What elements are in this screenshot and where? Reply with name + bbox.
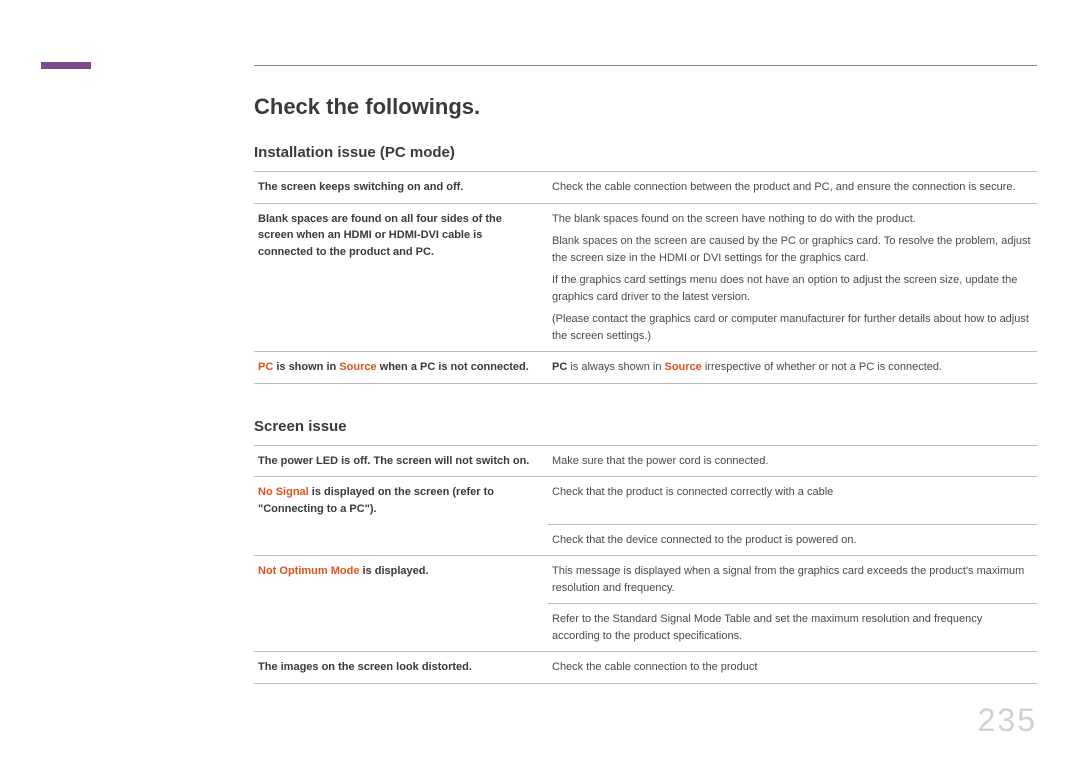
solution-cell: The blank spaces found on the screen hav… [548,203,1037,352]
section1-title: Installation issue (PC mode) [254,144,1037,161]
table-row: The screen keeps switching on and off.Ch… [254,172,1037,204]
table-row: Refer to the Standard Signal Mode Table … [254,604,1037,652]
solution-text: PC is always shown in Source irrespectiv… [552,359,1033,376]
solution-cell: Make sure that the power cord is connect… [548,445,1037,477]
text: irrespective of whether or not a PC is c… [702,361,942,373]
table-row: Blank spaces are found on all four sides… [254,203,1037,352]
issue-cell: The screen keeps switching on and off. [254,172,548,204]
solution-text: The blank spaces found on the screen hav… [552,211,1033,228]
solution-text: Check that the product is connected corr… [552,484,1033,501]
table-row: Not Optimum Mode is displayed.This messa… [254,556,1037,604]
solution-text: (Please contact the graphics card or com… [552,311,1033,344]
solution-cell: Refer to the Standard Signal Mode Table … [548,604,1037,652]
text: when a PC is not connected. [377,361,529,373]
table-row: No Signal is displayed on the screen (re… [254,477,1037,525]
solution-text: Check the cable connection to the produc… [552,659,1033,676]
table-row: The images on the screen look distorted.… [254,652,1037,684]
solution-cell: PC is always shown in Source irrespectiv… [548,352,1037,384]
solution-text: Make sure that the power cord is connect… [552,453,1033,470]
highlight-text: Not Optimum Mode [258,565,359,577]
text: is displayed. [359,565,428,577]
solution-text: Blank spaces on the screen are caused by… [552,233,1033,266]
solution-text: This message is displayed when a signal … [552,563,1033,596]
table-row: Check that the device connected to the p… [254,524,1037,556]
main-title: Check the followings. [254,94,1037,120]
solution-cell: Check the cable connection between the p… [548,172,1037,204]
accent-bar [41,62,91,69]
section2-title: Screen issue [254,418,1037,435]
text: is shown in [273,361,339,373]
highlight-text: PC [258,361,273,373]
issue-cell: PC is shown in Source when a PC is not c… [254,352,548,384]
highlight-text: Source [339,361,376,373]
section2-table: The power LED is off. The screen will no… [254,445,1037,684]
page-number: 235 [978,702,1037,739]
solution-text: Check that the device connected to the p… [552,532,1033,549]
page-content: Check the followings. Installation issue… [254,94,1037,718]
solution-text: Check the cable connection between the p… [552,179,1033,196]
table-row: PC is shown in Source when a PC is not c… [254,352,1037,384]
issue-cell: The images on the screen look distorted. [254,652,548,684]
solution-cell: Check that the product is connected corr… [548,477,1037,525]
issue-cell: Not Optimum Mode is displayed. [254,556,548,604]
highlight-text: Source [665,361,702,373]
issue-cell: Blank spaces are found on all four sides… [254,203,548,352]
table-row: The power LED is off. The screen will no… [254,445,1037,477]
bold-text: PC [552,361,567,373]
issue-cell [254,524,548,556]
solution-text: If the graphics card settings menu does … [552,272,1033,305]
top-rule [254,65,1037,66]
solution-cell: Check the cable connection to the produc… [548,652,1037,684]
highlight-text: No Signal [258,486,309,498]
issue-cell [254,604,548,652]
section1-table: The screen keeps switching on and off.Ch… [254,171,1037,384]
solution-text: Refer to the Standard Signal Mode Table … [552,611,1033,644]
solution-cell: This message is displayed when a signal … [548,556,1037,604]
solution-cell: Check that the device connected to the p… [548,524,1037,556]
text: is always shown in [567,361,664,373]
issue-cell: No Signal is displayed on the screen (re… [254,477,548,525]
issue-cell: The power LED is off. The screen will no… [254,445,548,477]
